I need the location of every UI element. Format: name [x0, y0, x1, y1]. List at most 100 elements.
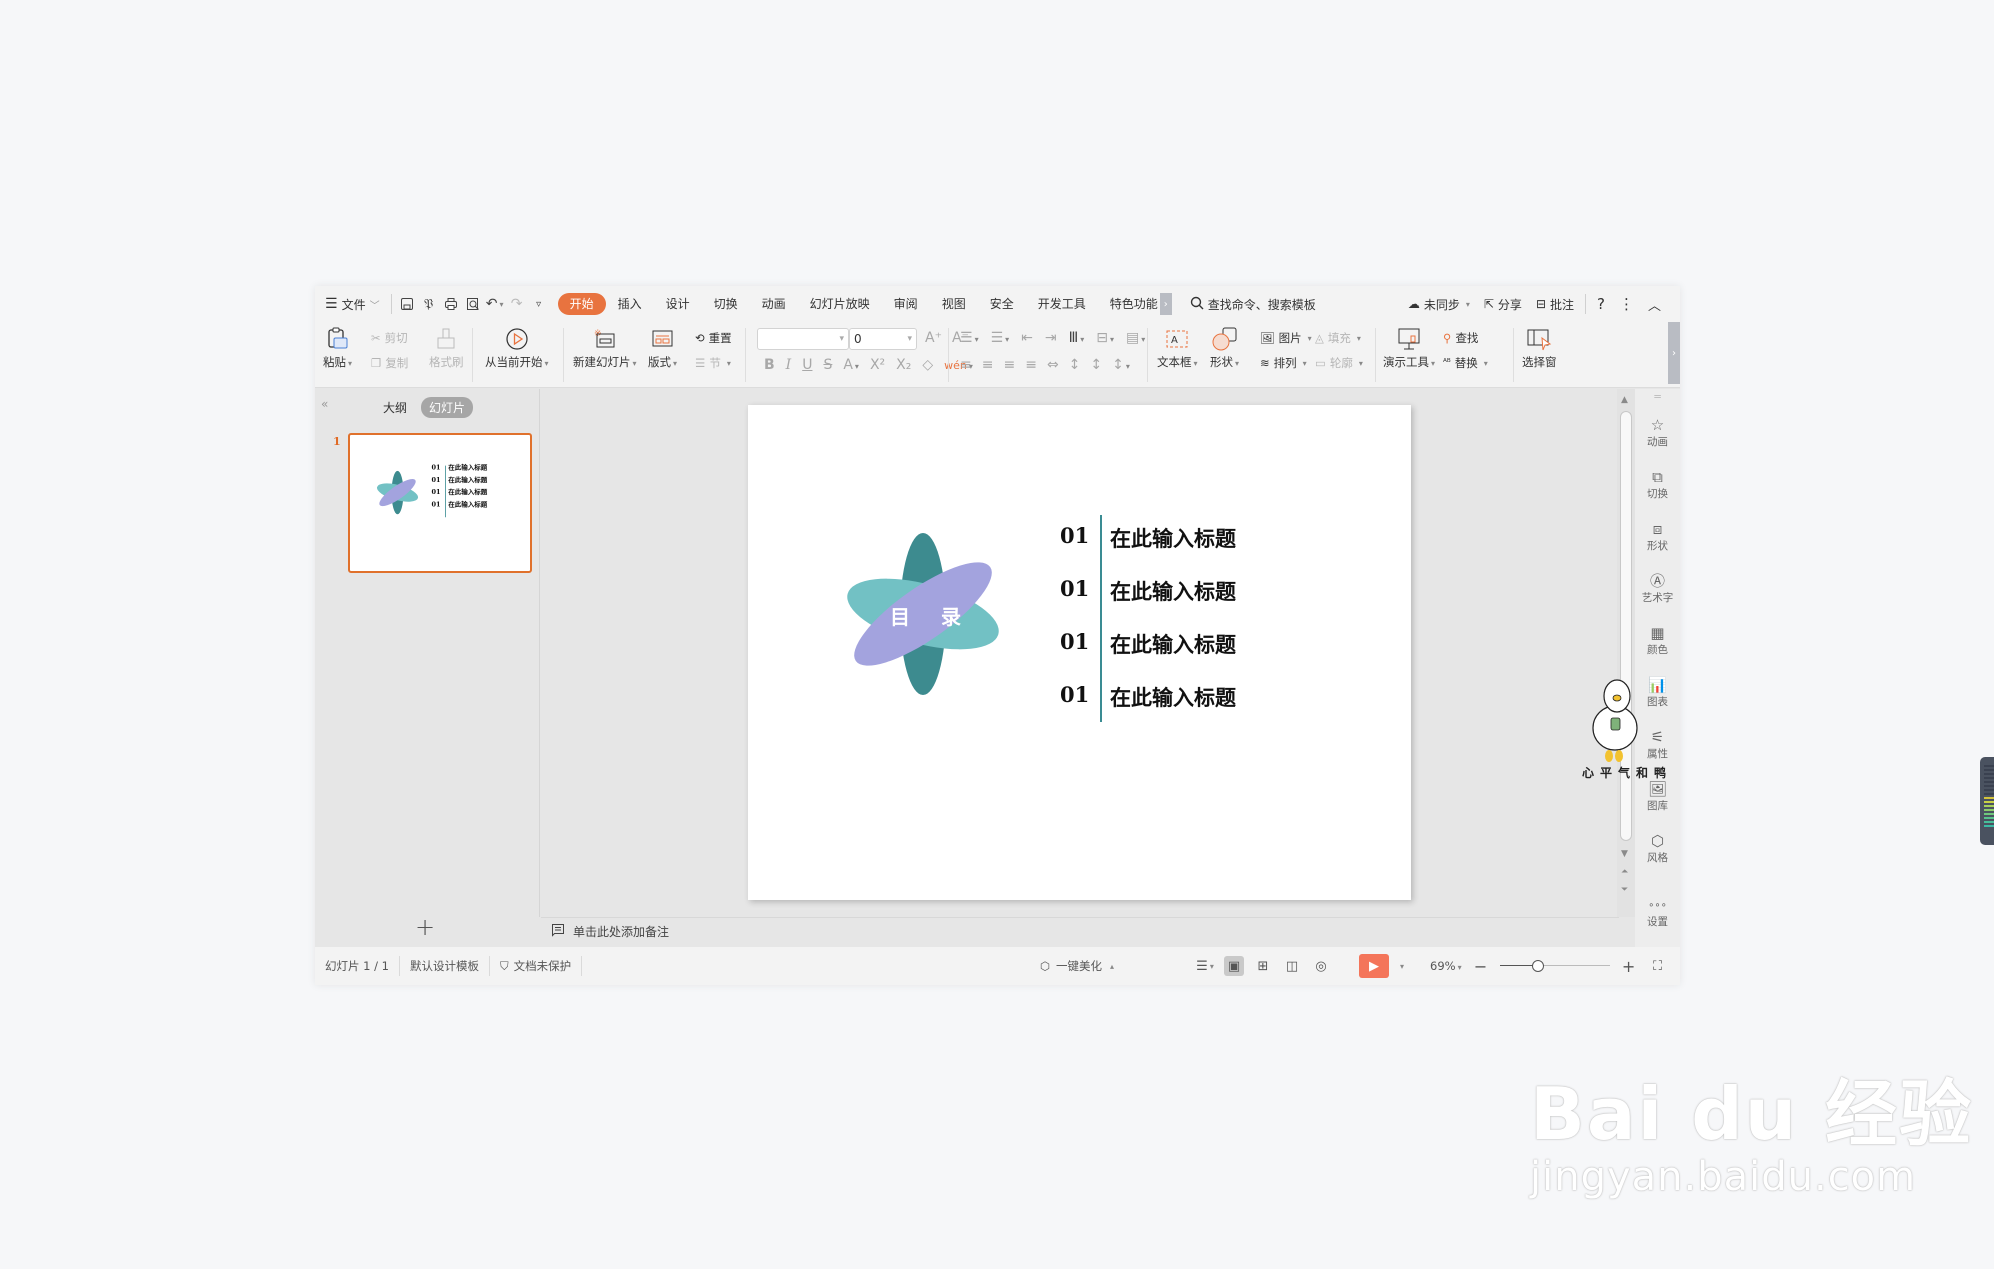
command-search[interactable]: 查找命令、搜索模板 — [1190, 296, 1316, 313]
redo-icon[interactable]: ↷ — [506, 293, 528, 315]
align-text-icon[interactable]: ⊟ ▾ — [1096, 330, 1114, 346]
toc-item-title[interactable]: 在此输入标题 — [1110, 629, 1236, 659]
previous-slide-icon[interactable]: ⏶ — [1621, 867, 1628, 877]
zoom-slider[interactable] — [1499, 959, 1610, 973]
line-spacing-icon[interactable]: ↕ ▾ — [1112, 357, 1130, 373]
format-icon[interactable]: 𝔓 — [418, 293, 440, 315]
sidebar-item-animation[interactable]: ☆ 动画 — [1635, 417, 1680, 449]
copy-button[interactable]: ❐ 复制 — [371, 355, 408, 371]
cut-button[interactable]: ✂ 剪切 — [371, 330, 408, 346]
tab-special[interactable]: 特色功能 — [1098, 293, 1160, 315]
layout-button[interactable]: 版式 ▾ — [648, 324, 677, 370]
increase-spacing-icon[interactable]: ↕ — [1069, 357, 1081, 373]
textbox-button[interactable]: A 文本框 ▾ — [1157, 324, 1198, 370]
picture-button[interactable]: 🖼 图片 ▾ — [1260, 330, 1312, 346]
clear-format-icon[interactable]: ◇ — [922, 357, 933, 373]
next-slide-icon[interactable]: ⏷ — [1621, 885, 1628, 895]
increase-indent-icon[interactable]: ⇥ — [1045, 330, 1057, 346]
tab-slides[interactable]: 幻灯片 — [421, 397, 474, 418]
sidebar-item-wordart[interactable]: Ⓐ 艺术字 — [1635, 573, 1680, 605]
toc-item-title[interactable]: 在此输入标题 — [1110, 576, 1236, 606]
decrease-indent-icon[interactable]: ⇤ — [1021, 330, 1033, 346]
bullet-list-icon[interactable]: ☰ ▾ — [960, 330, 979, 346]
decrease-spacing-icon[interactable]: ↕ — [1090, 357, 1102, 373]
selection-pane-button[interactable]: 选择窗 — [1522, 324, 1557, 370]
print-icon[interactable] — [440, 293, 462, 315]
tab-animation[interactable]: 动画 — [750, 293, 798, 315]
zoom-slider-handle[interactable] — [1532, 960, 1545, 972]
beautify-button[interactable]: ⬡ 一键美化 ▴ — [1040, 958, 1114, 974]
tab-security[interactable]: 安全 — [978, 293, 1026, 315]
add-slide-icon[interactable]: + — [415, 913, 435, 941]
ribbon-scroll-right-button[interactable]: › — [1668, 322, 1680, 384]
justify-icon[interactable]: ≡ — [1025, 357, 1037, 373]
play-from-current-button[interactable]: 从当前开始 ▾ — [485, 324, 549, 370]
notes-toggle-icon[interactable]: ☰ ▾ — [1195, 956, 1215, 976]
notes-area[interactable]: 单击此处添加备注 — [541, 917, 1619, 945]
share-button[interactable]: ⇱ 分享 — [1477, 292, 1529, 316]
reset-button[interactable]: ⟲ 重置 — [695, 330, 732, 346]
sidebar-item-gallery[interactable]: 🖼 图库 — [1635, 781, 1680, 813]
align-right-icon[interactable]: ≡ — [1003, 357, 1015, 373]
document-protection[interactable]: ⛉ 文档未保护 — [490, 956, 583, 976]
underline-icon[interactable]: U — [802, 357, 812, 373]
slide-thumbnail[interactable]: 01 在此输入标题 01 在此输入标题 01 在此输入标题 01 在此输入标题 — [348, 433, 532, 573]
undo-icon[interactable]: ↶ ▾ — [484, 293, 506, 315]
normal-view-icon[interactable]: ▣ — [1224, 956, 1244, 976]
help-button[interactable]: ? — [1590, 292, 1612, 316]
presentation-tools-button[interactable]: 演示工具 ▾ — [1383, 324, 1435, 370]
tab-developer[interactable]: 开发工具 — [1026, 293, 1098, 315]
vertical-scrollbar[interactable]: ▲ ▼ ⏶ ⏷ — [1617, 389, 1635, 917]
superscript-icon[interactable]: X² — [870, 357, 885, 373]
strikethrough-icon[interactable]: S — [823, 357, 832, 373]
align-center-icon[interactable]: ≡ — [982, 357, 994, 373]
sync-status-button[interactable]: ☁ 未同步 ▾ — [1401, 292, 1477, 316]
zoom-in-icon[interactable]: + — [1619, 956, 1639, 976]
new-slide-button[interactable]: ※ 新建幻灯片 ▾ — [573, 324, 637, 370]
fill-button[interactable]: ◬ 填充 ▾ — [1315, 330, 1361, 346]
find-button[interactable]: ⚲ 查找 — [1443, 330, 1478, 346]
sidebar-item-settings[interactable]: ∘∘∘ 设置 — [1635, 897, 1680, 929]
arrange-button[interactable]: ≋ 排列 ▾ — [1260, 355, 1307, 371]
text-direction-icon[interactable]: Ⅲ ▾ — [1069, 330, 1085, 346]
sidebar-item-transition[interactable]: ⧉ 切换 — [1635, 469, 1680, 501]
presenter-view-icon[interactable]: ◎ — [1311, 956, 1331, 976]
zoom-level-select[interactable]: 69% ▾ — [1430, 959, 1462, 973]
tab-transition[interactable]: 切换 — [702, 293, 750, 315]
tab-view[interactable]: 视图 — [930, 293, 978, 315]
sidebar-item-color[interactable]: ▦ 颜色 — [1635, 625, 1680, 657]
bold-icon[interactable]: B — [764, 357, 775, 373]
columns-icon[interactable]: ▤ ▾ — [1126, 330, 1145, 346]
play-options-icon[interactable]: ▾ — [1400, 962, 1404, 971]
scroll-up-icon[interactable]: ▲ — [1621, 395, 1628, 405]
toc-item-title[interactable]: 在此输入标题 — [1110, 682, 1236, 712]
print-preview-icon[interactable] — [462, 293, 484, 315]
outline-button[interactable]: ▭ 轮廓 ▾ — [1315, 355, 1363, 371]
tabs-scroll-right-button[interactable]: › — [1159, 293, 1172, 315]
sidebar-item-style[interactable]: ⬡ 风格 — [1635, 833, 1680, 865]
sidebar-item-shape[interactable]: ⧈ 形状 — [1635, 521, 1680, 553]
save-icon[interactable] — [396, 293, 418, 315]
slide-canvas[interactable]: 目 录 01 在此输入标题 01 在此输入标题 01 在此输入标题 01 在此输… — [748, 405, 1411, 900]
tab-slideshow[interactable]: 幻灯片放映 — [798, 293, 882, 315]
play-slideshow-button[interactable]: ▶ — [1359, 954, 1389, 978]
fit-window-icon[interactable]: ⛶ — [1648, 956, 1668, 976]
font-name-select[interactable]: ▾ — [757, 328, 849, 350]
scroll-down-icon[interactable]: ▼ — [1621, 849, 1628, 859]
reading-view-icon[interactable]: ◫ — [1282, 956, 1302, 976]
collapse-ribbon-icon[interactable]: ︿ — [1641, 292, 1668, 316]
zoom-out-icon[interactable]: − — [1471, 956, 1491, 976]
italic-icon[interactable]: I — [786, 357, 792, 373]
tab-design[interactable]: 设计 — [654, 293, 702, 315]
replace-button[interactable]: ᴬᴮ 替换 ▾ — [1443, 355, 1488, 371]
customize-quick-access-icon[interactable]: ▿ — [528, 293, 550, 315]
slide-sorter-icon[interactable]: ⊞ — [1253, 956, 1273, 976]
more-options-icon[interactable]: ⋮ — [1612, 292, 1641, 316]
format-painter-button[interactable]: 格式刷 — [429, 324, 464, 370]
tab-review[interactable]: 审阅 — [882, 293, 930, 315]
tab-outline[interactable]: 大纲 — [375, 397, 415, 418]
tab-insert[interactable]: 插入 — [606, 293, 654, 315]
align-left-icon[interactable]: ≡ — [960, 357, 972, 373]
subscript-icon[interactable]: X₂ — [896, 357, 911, 373]
section-button[interactable]: ☰ 节 ▾ — [695, 355, 731, 371]
